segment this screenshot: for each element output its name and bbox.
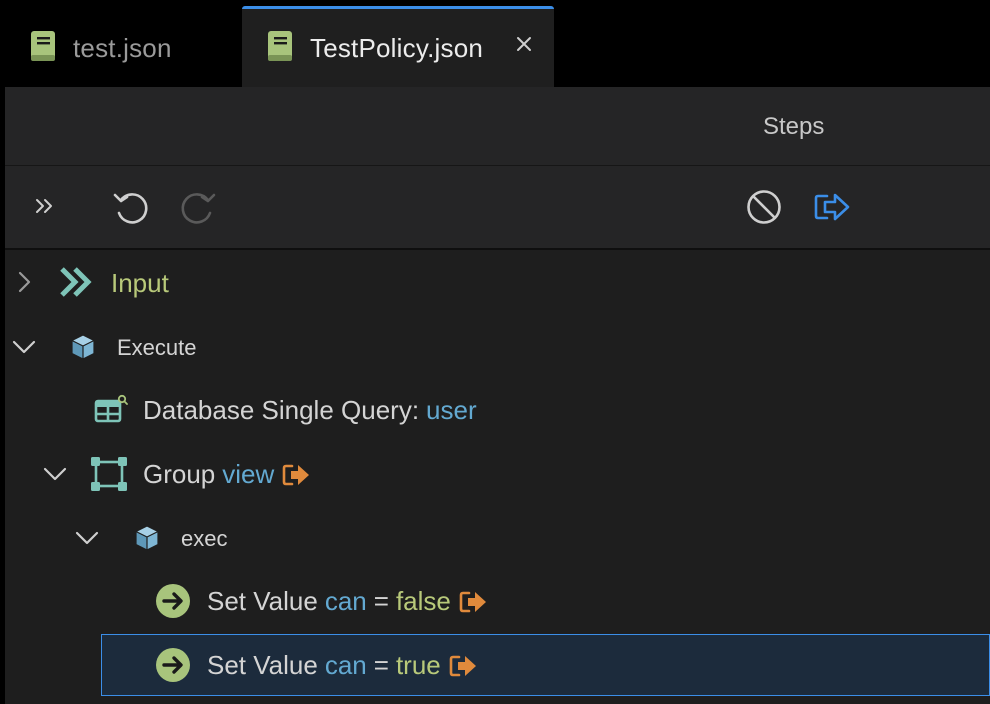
exec-label: exec <box>181 526 228 551</box>
group-text: Group view <box>143 459 312 490</box>
tree-item-set-value-false[interactable]: Set Value can = false <box>5 570 990 632</box>
tree-item-execute[interactable]: Execute <box>5 316 990 378</box>
set-value-true-text: Set Value can = true <box>207 650 479 681</box>
toolbar <box>5 166 990 250</box>
disable-icon[interactable] <box>745 188 783 226</box>
set-value-var: can <box>324 586 367 616</box>
tab-label: test.json <box>73 33 172 63</box>
execute-label: Execute <box>117 335 197 360</box>
db-query-text: Database Single Query: user <box>143 395 477 426</box>
set-value-label: Set Value <box>207 650 318 680</box>
set-value-op: = <box>373 586 389 616</box>
panel-title: Steps <box>763 113 825 140</box>
steps-panel: Steps Input Execute Database Single Quer… <box>5 87 990 704</box>
redo-icon[interactable] <box>179 188 219 226</box>
exit-step-icon[interactable] <box>813 190 853 224</box>
tab-test-json[interactable]: test.json <box>5 6 241 87</box>
tree-item-group[interactable]: Group view <box>5 443 990 505</box>
input-icon <box>60 267 92 297</box>
panel-header: Steps <box>5 87 990 166</box>
group-label: Group <box>143 459 216 489</box>
expand-panel-icon[interactable] <box>33 194 57 218</box>
set-value-value: true <box>395 650 441 680</box>
chevron-right-icon[interactable] <box>11 269 37 295</box>
exit-icon <box>449 655 476 676</box>
exit-icon <box>282 464 310 485</box>
tree-item-set-value-true[interactable]: Set Value can = true <box>101 634 990 696</box>
tree-item-db-query[interactable]: Database Single Query: user <box>5 379 990 441</box>
group-icon <box>91 457 127 491</box>
set-value-false-text: Set Value can = false <box>207 586 489 617</box>
tab-testpolicy-json[interactable]: TestPolicy.json <box>242 6 554 87</box>
input-label: Input <box>111 268 169 298</box>
tree-item-exec[interactable]: exec <box>5 507 990 569</box>
cube-icon <box>135 525 159 551</box>
tab-bar: test.json TestPolicy.json <box>0 0 990 87</box>
chevron-down-icon[interactable] <box>11 334 37 360</box>
arrow-right-circle-icon <box>156 648 190 682</box>
cube-icon <box>71 334 95 360</box>
db-query-label: Database Single Query: <box>143 395 420 425</box>
undo-icon[interactable] <box>110 188 150 226</box>
set-value-label: Set Value <box>207 586 318 616</box>
tree-item-input[interactable]: Input <box>5 252 990 314</box>
exit-icon <box>459 591 486 612</box>
chevron-down-icon[interactable] <box>74 525 100 551</box>
set-value-op: = <box>373 650 389 680</box>
close-icon[interactable] <box>514 34 534 54</box>
book-icon <box>31 31 55 61</box>
set-value-var: can <box>324 650 367 680</box>
arrow-right-circle-icon <box>156 584 190 618</box>
set-value-value: false <box>395 586 451 616</box>
database-query-icon <box>94 394 128 423</box>
chevron-down-icon[interactable] <box>42 461 68 487</box>
book-icon <box>268 31 292 61</box>
tab-label: TestPolicy.json <box>310 33 484 63</box>
group-name: view <box>222 459 275 489</box>
steps-tree: Input Execute Database Single Query: use… <box>5 250 990 704</box>
db-query-target: user <box>426 395 477 425</box>
